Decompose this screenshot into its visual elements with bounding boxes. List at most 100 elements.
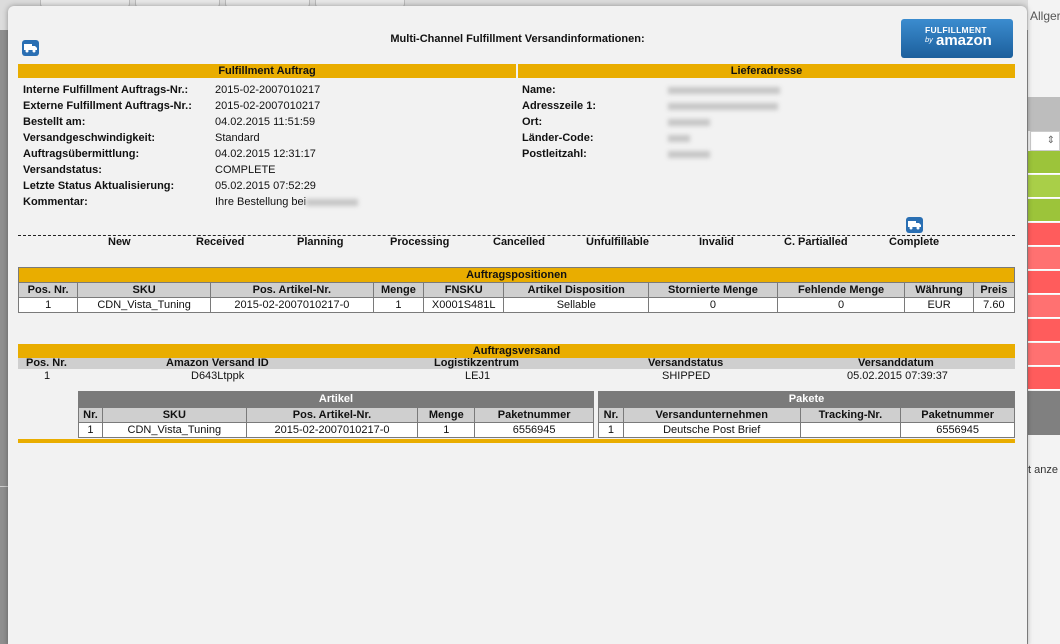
status-stage: Received (196, 236, 245, 248)
address-section-header: Lieferadresse (518, 64, 1015, 78)
background-status-cell (1028, 151, 1060, 174)
status-stage: Planning (297, 236, 344, 248)
articles-header-row: Nr. SKU Pos. Artikel-Nr. Menge Paketnumm… (78, 407, 594, 423)
column-header: Pos. Nr. (26, 357, 67, 369)
column-header: SKU (77, 282, 211, 298)
table-row: 1 Deutsche Post Brief 6556945 (598, 422, 1015, 438)
order-label: Auftragsübermittlung: (23, 148, 140, 160)
positions-table: Auftragspositionen Pos. Nr. SKU Pos. Art… (17, 267, 1016, 313)
status-stage: New (108, 236, 131, 248)
order-value: 2015-02-2007010217 (215, 100, 321, 112)
tracking-number-cell (799, 422, 902, 438)
column-header: FNSKU (423, 282, 505, 298)
background-status-cell (1028, 319, 1060, 342)
table-cell: Deutsche Post Brief (622, 422, 801, 438)
shipment-cell: 05.02.2015 07:39:37 (847, 370, 948, 382)
background-status-cell (1028, 199, 1060, 222)
column-header: Paketnummer (474, 407, 594, 423)
order-value: 2015-02-2007010217 (215, 84, 321, 96)
dialog-title: Multi-Channel Fulfillment Versandinforma… (390, 33, 645, 45)
table-cell: CDN_Vista_Tuning (77, 297, 211, 313)
table-cell: EUR (904, 297, 974, 313)
status-stage-current: Complete (889, 236, 940, 248)
address-label: Postleitzahl: (522, 148, 587, 160)
status-stage: Unfulfillable (586, 236, 649, 248)
background-text: t anze (1028, 464, 1058, 476)
column-header: Versanddatum (858, 357, 934, 369)
background-status-cell (1028, 247, 1060, 270)
background-table-header (1028, 97, 1060, 131)
column-header: Nr. (78, 407, 103, 423)
status-stage: C. Partialled (784, 236, 848, 248)
truck-icon (906, 217, 923, 233)
column-header: Fehlende Menge (776, 282, 906, 298)
table-cell: X0001S481L (423, 297, 505, 313)
shipment-caption: Auftragsversand (18, 344, 1015, 358)
order-label: Versandgeschwindigkeit: (23, 132, 156, 144)
table-cell: Sellable (503, 297, 650, 313)
table-cell: 1 (598, 422, 624, 438)
shipment-cell: D643Ltppk (191, 370, 245, 382)
table-cell: 6556945 (900, 422, 1015, 438)
shipment-cell: 1 (44, 370, 51, 382)
background-select[interactable]: ⇕ (1030, 131, 1060, 151)
column-header: Pos. Artikel-Nr. (209, 282, 374, 298)
background-divider (0, 486, 8, 487)
order-label: Versandstatus: (23, 164, 102, 176)
table-cell: 2015-02-2007010217-0 (209, 297, 374, 313)
column-header: Stornierte Menge (648, 282, 778, 298)
column-header: Preis (972, 282, 1016, 298)
table-cell: 1 (78, 422, 103, 438)
background-status-cell (1028, 223, 1060, 246)
background-right-panel: Allger ⇕ t anze (1028, 0, 1060, 644)
column-header: Pos. Artikel-Nr. (245, 407, 419, 423)
column-header: Nr. (598, 407, 624, 423)
column-header: Menge (417, 407, 476, 423)
column-header: Logistikzentrum (434, 357, 519, 369)
order-value: Standard (215, 132, 260, 144)
order-value: Ihre Bestellung bei (215, 196, 307, 208)
column-header: Pos. Nr. (17, 282, 79, 298)
redacted-text (668, 135, 690, 142)
column-header: Paketnummer (900, 407, 1015, 423)
order-value: 04.02.2015 12:31:17 (215, 148, 316, 160)
redacted-text (306, 199, 358, 206)
background-status-cell (1028, 271, 1060, 294)
redacted-text (668, 151, 710, 158)
shipment-cell: LEJ1 (465, 370, 491, 382)
background-status-cell (1028, 295, 1060, 318)
background-tab-label[interactable]: Allger (1030, 9, 1060, 23)
redacted-text (668, 87, 780, 94)
table-cell: 6556945 (474, 422, 594, 438)
packages-table: Pakete Nr. Versandunternehmen Tracking-N… (598, 391, 1015, 438)
table-row: 1 CDN_Vista_Tuning 2015-02-2007010217-0 … (78, 422, 594, 438)
background-status-cell (1028, 175, 1060, 198)
column-header: Menge (372, 282, 425, 298)
shipment-cell: SHIPPED (662, 370, 711, 382)
positions-caption: Auftragspositionen (18, 267, 1015, 283)
status-stage: Invalid (699, 236, 734, 248)
articles-caption: Artikel (78, 391, 594, 408)
background-status-cell (1028, 343, 1060, 366)
column-header: Artikel Disposition (503, 282, 650, 298)
table-cell: 0 (776, 297, 906, 313)
table-cell: 1 (417, 422, 476, 438)
section-divider (18, 439, 1015, 443)
column-header: Währung (904, 282, 974, 298)
table-cell: 1 (17, 297, 79, 313)
fulfillment-dialog: Multi-Channel Fulfillment Versandinforma… (8, 6, 1027, 644)
background-dark-block (1028, 391, 1060, 435)
order-section-header: Fulfillment Auftrag (18, 64, 516, 78)
order-label: Letzte Status Aktualisierung: (23, 180, 175, 192)
order-label: Externe Fulfillment Auftrags-Nr.: (23, 100, 192, 112)
background-status-cell (1028, 367, 1060, 390)
table-cell: 7.60 (972, 297, 1016, 313)
column-header: Versandunternehmen (622, 407, 801, 423)
table-cell: CDN_Vista_Tuning (101, 422, 247, 438)
column-header: SKU (101, 407, 247, 423)
order-label: Kommentar: (23, 196, 88, 208)
table-cell: 2015-02-2007010217-0 (245, 422, 419, 438)
address-label: Adresszeile 1: (522, 100, 596, 112)
positions-header-row: Pos. Nr. SKU Pos. Artikel-Nr. Menge FNSK… (17, 282, 1016, 298)
order-label: Interne Fulfillment Auftrags-Nr.: (23, 84, 189, 96)
